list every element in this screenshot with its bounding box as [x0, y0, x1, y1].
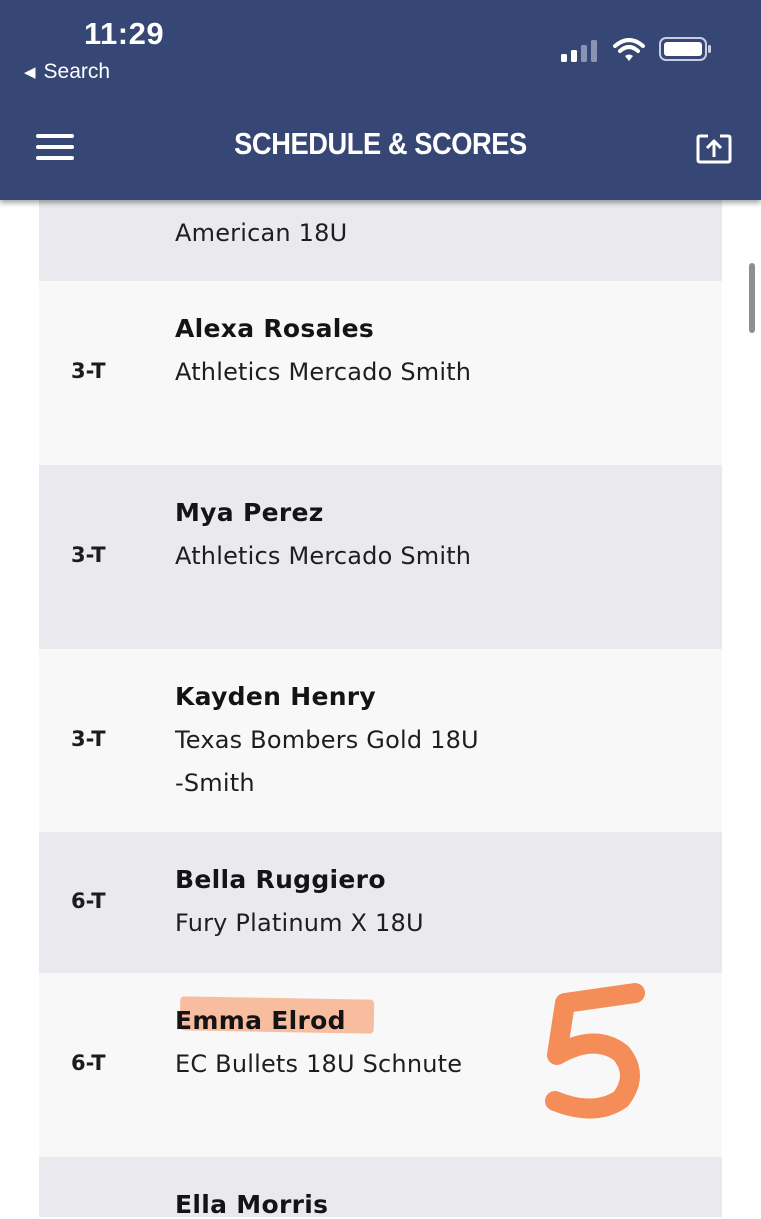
- rank-label: 3-T: [71, 727, 106, 751]
- rank-label: 3-T: [71, 543, 106, 567]
- list-item[interactable]: 3-T Alexa Rosales Athletics Mercado Smit…: [39, 281, 722, 465]
- app-header: 11:29 ◀ Search SCHEDULE & SCORES: [0, 0, 761, 200]
- list-item[interactable]: 6-T Bella Ruggiero Fury Platinum X 18U: [39, 832, 722, 973]
- player-name: Ella Morris: [175, 1190, 329, 1219]
- scrollbar-thumb[interactable]: [749, 263, 755, 333]
- wifi-icon: [613, 38, 645, 61]
- leaderboard-content[interactable]: American 18U 3-T Alexa Rosales Athletics…: [0, 200, 761, 1219]
- team-name: Fury Platinum X 18U: [175, 909, 424, 937]
- rank-label: 3-T: [71, 359, 106, 383]
- team-name: Athletics Mercado Smith: [175, 542, 472, 570]
- back-triangle-icon: ◀: [24, 64, 36, 81]
- rank-label: 6-T: [71, 889, 106, 913]
- list-item[interactable]: 3-T Kayden Henry Texas Bombers Gold 18U-…: [39, 649, 722, 832]
- player-name: Bella Ruggiero: [175, 865, 386, 894]
- player-name: Emma Elrod: [175, 1006, 346, 1035]
- list-item[interactable]: Ella Morris: [39, 1157, 722, 1219]
- handwritten-annotation: 5: [545, 983, 645, 1119]
- rank-label: 6-T: [71, 1051, 106, 1075]
- list-item[interactable]: 3-T Mya Perez Athletics Mercado Smith: [39, 465, 722, 649]
- list-item[interactable]: American 18U: [39, 200, 722, 281]
- back-to-search-link[interactable]: ◀ Search: [24, 60, 110, 84]
- team-name: American 18U: [175, 219, 348, 247]
- status-time: 11:29: [84, 16, 165, 51]
- cellular-signal-icon: [561, 40, 597, 62]
- team-name: Athletics Mercado Smith: [175, 358, 472, 386]
- battery-icon: [659, 37, 711, 61]
- player-name: Mya Perez: [175, 498, 324, 527]
- player-name: Kayden Henry: [175, 682, 377, 711]
- status-icons: [561, 36, 713, 62]
- player-name: Alexa Rosales: [175, 314, 375, 343]
- share-icon[interactable]: [696, 130, 732, 164]
- back-label: Search: [43, 60, 111, 83]
- team-name: Texas Bombers Gold 18U-Smith: [175, 726, 479, 797]
- team-name: EC Bullets 18U Schnute: [175, 1050, 463, 1078]
- page-title: SCHEDULE & SCORES: [234, 126, 527, 161]
